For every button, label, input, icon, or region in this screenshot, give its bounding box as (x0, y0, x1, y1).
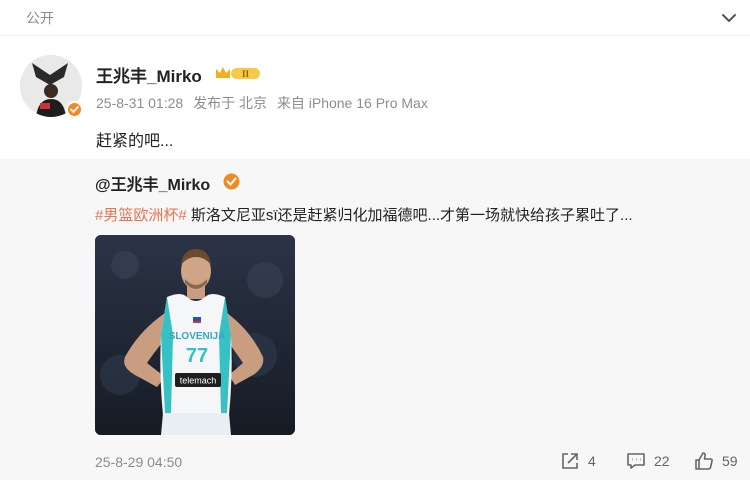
repost-text: #男篮欧洲杯# 斯洛文尼亚sï还是赶紧归化加福德吧...才第一场就快给孩子累吐了… (95, 204, 633, 225)
post: 王兆丰_Mirko II 25-8-31 01:28 发布于 北京 来自 iPh… (0, 37, 750, 157)
repost-timestamp[interactable]: 25-8-29 04:50 (95, 454, 182, 470)
post-username[interactable]: 王兆丰_Mirko (96, 62, 202, 87)
repost-username[interactable]: @王兆丰_Mirko (95, 171, 210, 195)
post-meta: 25-8-31 01:28 发布于 北京 来自 iPhone 16 Pro Ma… (96, 93, 434, 113)
basketball-player-photo: SLOVENIJA 77 telemach (95, 235, 295, 435)
like-count: 59 (722, 453, 738, 469)
verified-badge-icon (66, 101, 83, 118)
share-button[interactable]: 4 (560, 449, 596, 473)
comment-button[interactable]: 22 (626, 449, 670, 473)
share-icon (562, 453, 578, 469)
visibility-bar: 公开 (0, 0, 750, 36)
verified-badge-icon (223, 173, 240, 190)
post-location: 发布于 北京 (193, 95, 267, 111)
like-button[interactable]: 59 (694, 449, 738, 473)
post-timestamp[interactable]: 25-8-31 01:28 (96, 95, 183, 111)
visibility-label: 公开 (26, 10, 54, 26)
repost-card[interactable]: @王兆丰_Mirko #男篮欧洲杯# 斯洛文尼亚sï还是赶紧归化加福德吧...才… (0, 159, 750, 480)
chevron-down-icon[interactable] (720, 9, 738, 27)
thumbs-up-icon (695, 452, 713, 470)
jersey-country-text: SLOVENIJA (169, 331, 226, 342)
hashtag-link[interactable]: #男篮欧洲杯# (95, 207, 187, 224)
repost-image[interactable]: SLOVENIJA 77 telemach (95, 235, 295, 435)
repost-body: 斯洛文尼亚sï还是赶紧归化加福德吧...才第一场就快给孩子累吐了... (186, 207, 633, 224)
comment-icon (627, 453, 645, 469)
vip-crown-icon[interactable]: II (214, 64, 262, 82)
vip-level-text: II (242, 69, 250, 79)
jersey-sponsor-text: telemach (180, 376, 217, 386)
jersey-number-text: 77 (186, 345, 208, 367)
share-count: 4 (588, 453, 596, 469)
comment-count: 22 (654, 453, 670, 469)
post-device: 来自 iPhone 16 Pro Max (276, 95, 428, 111)
post-content: 赶紧的吧... (96, 133, 174, 150)
